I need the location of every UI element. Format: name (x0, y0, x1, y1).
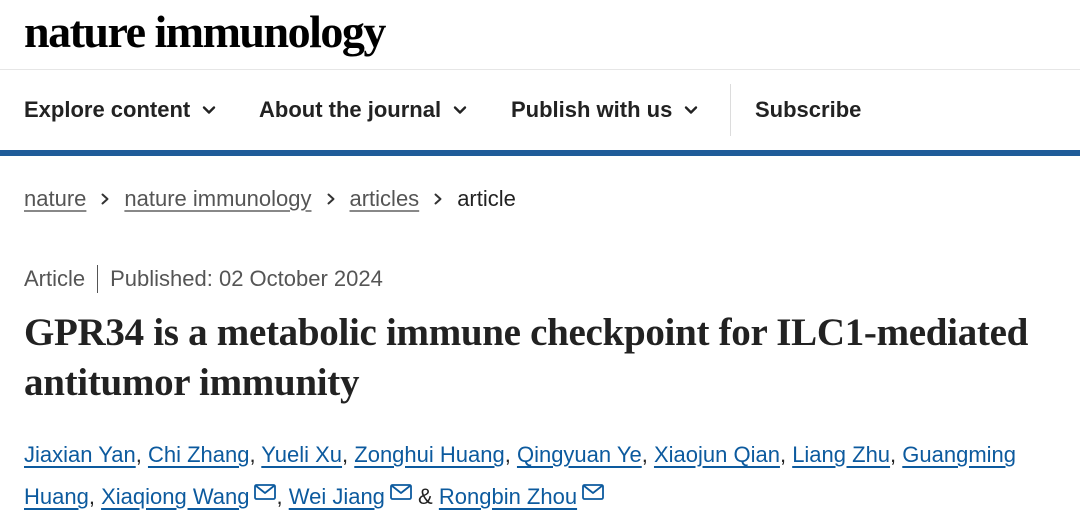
chevron-right-icon (434, 193, 442, 205)
mail-icon[interactable] (254, 484, 277, 500)
main-nav: Explore content About the journal Publis… (0, 70, 1080, 150)
author-link[interactable]: Jiaxian Yan (24, 442, 136, 467)
breadcrumb-current: article (457, 186, 516, 211)
article-meta: Article Published: 02 October 2024 (24, 264, 383, 294)
nav-subscribe[interactable]: Subscribe (755, 70, 861, 150)
author-link[interactable]: Yueli Xu (261, 442, 342, 467)
breadcrumb: nature nature immunology articles articl… (24, 184, 516, 214)
article-title: GPR34 is a metabolic immune checkpoint f… (24, 311, 1028, 404)
breadcrumb-nature[interactable]: nature (24, 186, 86, 212)
chevron-right-icon (101, 193, 109, 205)
breadcrumb-articles[interactable]: articles (350, 186, 420, 212)
author-link[interactable]: Zonghui Huang (354, 442, 504, 467)
nav-about-label: About the journal (259, 97, 442, 122)
chevron-right-icon (327, 193, 334, 205)
published-date: Published: 02 October 2024 (110, 266, 383, 291)
author-link[interactable]: Xiaojun Qian (654, 442, 780, 467)
chevron-down-icon (203, 106, 216, 114)
meta-divider (97, 265, 99, 293)
nav-explore-label: Explore content (24, 97, 191, 122)
nav-explore-content[interactable]: Explore content (24, 70, 218, 150)
chevron-down-icon (453, 106, 467, 114)
mail-icon[interactable] (390, 484, 412, 500)
site-header: nature immunology (0, 0, 1080, 70)
site-logo[interactable]: nature immunology (24, 4, 386, 60)
author-link[interactable]: Rongbin Zhou (439, 484, 577, 509)
nav-publish-with-us[interactable]: Publish with us (511, 70, 700, 150)
author-link[interactable]: Wei Jiang (289, 484, 385, 509)
nav-publish-label: Publish with us (511, 97, 673, 122)
nav-subscribe-label: Subscribe (755, 97, 862, 122)
author-link[interactable]: Xiaqiong Wang (101, 484, 249, 509)
nav-divider (730, 84, 731, 136)
author-link[interactable]: Liang Zhu (792, 442, 890, 467)
article-type: Article (24, 266, 86, 291)
author-link[interactable]: Qingyuan Ye (517, 442, 642, 467)
chevron-down-icon (685, 106, 698, 114)
nav-about-journal[interactable]: About the journal (259, 70, 469, 150)
author-list: Jiaxian Yan, Chi Zhang, Yueli Xu, Zonghu… (24, 442, 1017, 509)
author-joiner: & (418, 484, 433, 509)
author-link[interactable]: Chi Zhang (148, 442, 250, 467)
accent-bar (0, 150, 1080, 156)
mail-icon[interactable] (582, 484, 604, 500)
breadcrumb-nature-immunology[interactable]: nature immunology (124, 186, 311, 212)
